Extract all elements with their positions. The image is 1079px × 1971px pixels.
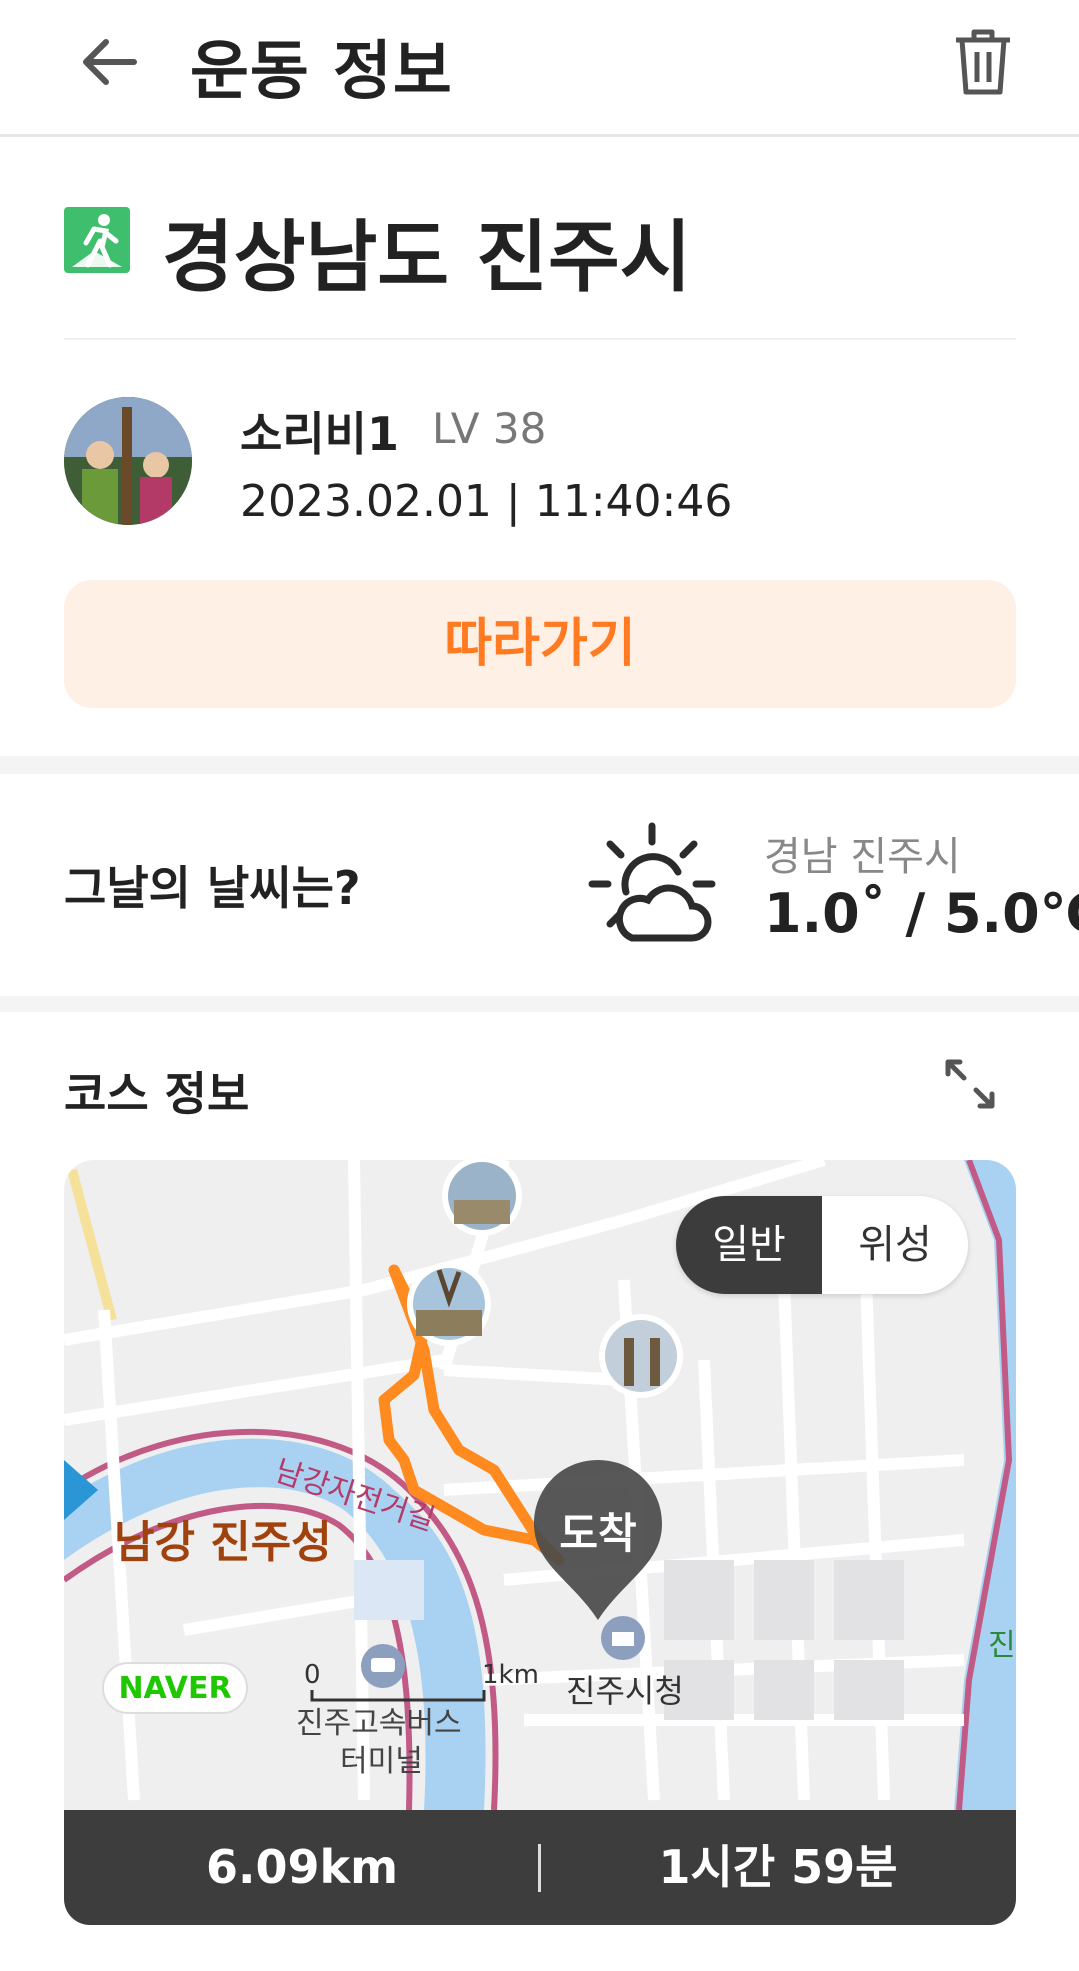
course-title: 코스 정보	[64, 1067, 250, 1121]
username: 소리비1	[240, 407, 399, 461]
app-header: 운동 정보	[0, 0, 1079, 137]
duration-value: 1시간 59분	[658, 1840, 898, 1894]
follow-button-label: 따라가기	[444, 615, 636, 673]
expand-icon	[945, 1059, 995, 1109]
map-type-toggle[interactable]: 일반 위성	[676, 1196, 968, 1294]
page-title: 운동 정보	[190, 35, 453, 109]
map-label-district: 남강 진주성	[114, 1517, 332, 1568]
arrive-pin-label: 도착	[559, 1509, 637, 1558]
weather-question: 그날의 날씨는?	[64, 861, 361, 915]
weather-location: 경남 진주시	[764, 834, 961, 880]
activity-datetime: 2023.02.01 | 11:40:46	[240, 476, 733, 527]
follow-button[interactable]: 따라가기	[64, 580, 1016, 708]
user-level: LV 38	[432, 404, 547, 453]
arrow-left-icon	[83, 39, 137, 85]
location-title: 경상남도 진주시	[162, 213, 692, 303]
naver-logo: NAVER	[102, 1662, 248, 1714]
map-scale-end: 1km	[482, 1660, 539, 1690]
course-stats-bar: 6.09km 1시간 59분	[64, 1810, 1016, 1925]
avatar[interactable]	[64, 397, 192, 525]
back-button[interactable]	[72, 24, 148, 100]
hiking-icon	[64, 207, 130, 273]
section-separator	[0, 996, 1079, 1012]
map-type-normal[interactable]: 일반	[676, 1196, 822, 1294]
expand-map-button[interactable]	[940, 1054, 1000, 1114]
distance-value: 6.09km	[205, 1840, 399, 1894]
partly-cloudy-icon	[588, 820, 718, 950]
map-label-city-hall: 진주시청	[566, 1672, 684, 1710]
map-scale-start: 0	[304, 1660, 321, 1690]
delete-button[interactable]	[950, 24, 1016, 100]
trash-icon	[956, 29, 1010, 95]
map-label-edge: 진	[988, 1628, 1016, 1663]
weather-temperature: 1.0˚ / 5.0℃	[764, 882, 1079, 945]
divider	[64, 338, 1016, 340]
course-map[interactable]: 일반 위성 도착 남강 진주성 남강자전거길 진주시청 진주고속버스 터미널 0…	[64, 1160, 1016, 1810]
section-separator	[0, 756, 1079, 774]
map-type-satellite[interactable]: 위성	[822, 1196, 968, 1294]
map-label-bus-terminal-2: 터미널	[340, 1744, 423, 1779]
